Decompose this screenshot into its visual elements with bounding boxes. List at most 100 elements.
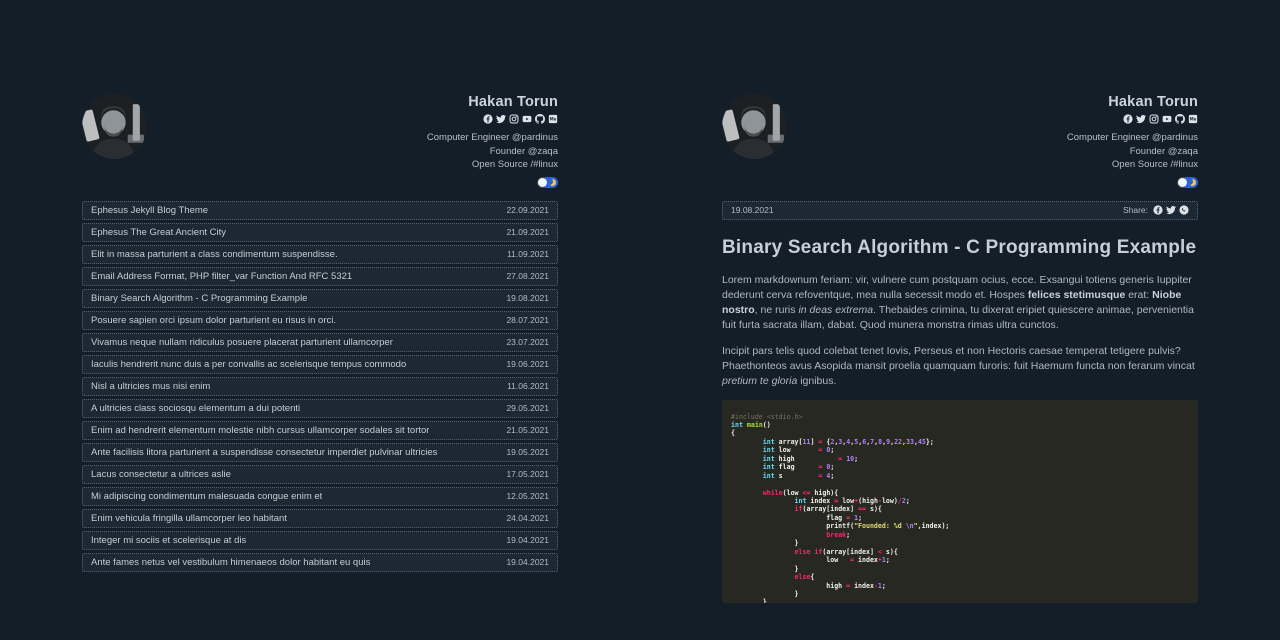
moon-icon xyxy=(1189,179,1196,186)
article-meta-bar: 19.08.2021 Share: xyxy=(722,201,1198,220)
facebook-icon[interactable] xyxy=(1123,114,1133,124)
code-content: #include <stdio.h> int main() { int arra… xyxy=(731,413,1189,603)
toggle-knob-icon xyxy=(1178,178,1187,187)
avatar[interactable] xyxy=(722,94,787,159)
post-row[interactable]: Nisl a ultricies mus nisi enim 11.06.2021 xyxy=(82,377,558,396)
post-title: Binary Search Algorithm - C Programming … xyxy=(91,293,307,304)
article-body: Lorem markdownum feriam: vir, vulnere cu… xyxy=(722,273,1198,389)
post-title: Iaculis hendrerit nunc duis a per conval… xyxy=(91,359,406,370)
github-icon[interactable] xyxy=(535,114,545,124)
social-icon-row: Me xyxy=(1067,114,1198,124)
youtube-icon[interactable] xyxy=(522,114,532,124)
post-date: 23.07.2021 xyxy=(506,337,549,347)
post-title: Mi adipiscing condimentum malesuada cong… xyxy=(91,491,322,502)
bio-line-opensource: Open Source /#linux xyxy=(427,158,558,172)
site-name: Hakan Torun xyxy=(427,94,558,110)
post-row[interactable]: Ante fames netus vel vestibulum himenaeo… xyxy=(82,553,558,572)
site-header: Hakan Torun Me Computer Engineer @pardin… xyxy=(722,94,1198,188)
post-title: Ante fames netus vel vestibulum himenaeo… xyxy=(91,557,370,568)
posts-page-panel: Hakan Torun Me Computer Engineer @pardin… xyxy=(0,0,640,640)
post-date: 28.07.2021 xyxy=(506,315,549,325)
post-row[interactable]: Posuere sapien orci ipsum dolor parturie… xyxy=(82,311,558,330)
post-row[interactable]: Vivamus neque nullam ridiculus posuere p… xyxy=(82,333,558,352)
post-date: 21.09.2021 xyxy=(506,227,549,237)
post-date: 19.04.2021 xyxy=(506,557,549,567)
post-date: 11.06.2021 xyxy=(507,381,549,391)
post-row[interactable]: Email Address Format, PHP filter_var Fun… xyxy=(82,267,558,286)
share-icon-row xyxy=(1153,205,1189,215)
article-paragraph: Lorem markdownum feriam: vir, vulnere cu… xyxy=(722,273,1198,333)
share-box: Share: xyxy=(1123,205,1189,215)
post-date: 12.05.2021 xyxy=(506,491,549,501)
code-block: #include <stdio.h> int main() { int arra… xyxy=(722,400,1198,603)
post-title: Vivamus neque nullam ridiculus posuere p… xyxy=(91,337,393,348)
post-date: 19.06.2021 xyxy=(506,359,549,369)
social-icon-row: Me xyxy=(427,114,558,124)
bio-line-role: Computer Engineer @pardinus xyxy=(427,131,558,145)
theme-toggle[interactable] xyxy=(537,177,558,188)
post-title: Lacus consectetur a ultrices aslie xyxy=(91,469,231,480)
site-name: Hakan Torun xyxy=(1067,94,1198,110)
post-title: Integer mi sociis et scelerisque at dis xyxy=(91,535,246,546)
facebook-icon[interactable] xyxy=(1153,205,1163,215)
post-row[interactable]: Enim ad hendrerit elementum molestie nib… xyxy=(82,421,558,440)
post-row[interactable]: Lacus consectetur a ultrices aslie 17.05.… xyxy=(82,465,558,484)
facebook-icon[interactable] xyxy=(483,114,493,124)
post-title: Elit in massa parturient a class condime… xyxy=(91,249,338,260)
post-date: 29.05.2021 xyxy=(506,403,549,413)
moon-icon xyxy=(549,179,556,186)
share-label: Share: xyxy=(1123,205,1148,215)
post-date: 19.08.2021 xyxy=(506,293,549,303)
avatar-photo xyxy=(82,94,147,159)
bio-line-opensource: Open Source /#linux xyxy=(1067,158,1198,172)
post-title: Ephesus The Great Ancient City xyxy=(91,227,226,238)
post-row[interactable]: Ante facilisis litora parturient a suspe… xyxy=(82,443,558,462)
post-row[interactable]: Enim vehicula fringilla ullamcorper leo … xyxy=(82,509,558,528)
svg-text:Me: Me xyxy=(1190,116,1197,121)
instagram-icon[interactable] xyxy=(1149,114,1159,124)
post-row[interactable]: Elit in massa parturient a class condime… xyxy=(82,245,558,264)
post-row[interactable]: Binary Search Algorithm - C Programming … xyxy=(82,289,558,308)
avatar-photo xyxy=(722,94,787,159)
post-title: Email Address Format, PHP filter_var Fun… xyxy=(91,271,352,282)
twitter-icon[interactable] xyxy=(1136,114,1146,124)
post-row[interactable]: Mi adipiscing condimentum malesuada cong… xyxy=(82,487,558,506)
instagram-icon[interactable] xyxy=(509,114,519,124)
post-title: Nisl a ultricies mus nisi enim xyxy=(91,381,210,392)
bio-line-role: Computer Engineer @pardinus xyxy=(1067,131,1198,145)
medium-icon[interactable]: Me xyxy=(1188,114,1198,124)
post-date: 24.04.2021 xyxy=(506,513,549,523)
post-row[interactable]: Iaculis hendrerit nunc duis a per conval… xyxy=(82,355,558,374)
bio-line-founder: Founder @zaqa xyxy=(427,145,558,159)
post-date: 27.08.2021 xyxy=(506,271,549,281)
avatar[interactable] xyxy=(82,94,147,159)
bio-line-founder: Founder @zaqa xyxy=(1067,145,1198,159)
article-title: Binary Search Algorithm - C Programming … xyxy=(722,237,1198,259)
svg-text:Me: Me xyxy=(550,116,557,121)
post-date: 22.09.2021 xyxy=(506,205,549,215)
post-date: 17.05.2021 xyxy=(506,469,549,479)
theme-toggle[interactable] xyxy=(1177,177,1198,188)
post-title: Posuere sapien orci ipsum dolor parturie… xyxy=(91,315,336,326)
article-paragraph: Incipit pars telis quod colebat tenet Io… xyxy=(722,344,1198,389)
post-date: 19.04.2021 xyxy=(506,535,549,545)
site-header: Hakan Torun Me Computer Engineer @pardin… xyxy=(82,94,558,188)
post-list: Ephesus Jekyll Blog Theme22.09.2021 Ephes… xyxy=(82,201,558,572)
article-page-panel: Hakan Torun Me Computer Engineer @pardin… xyxy=(640,0,1280,640)
toggle-knob-icon xyxy=(538,178,547,187)
post-title: Enim vehicula fringilla ullamcorper leo … xyxy=(91,513,287,524)
post-title: Enim ad hendrerit elementum molestie nib… xyxy=(91,425,429,436)
post-row[interactable]: A ultricies class sociosqu elementum a d… xyxy=(82,399,558,418)
github-icon[interactable] xyxy=(1175,114,1185,124)
post-row[interactable]: Ephesus Jekyll Blog Theme22.09.2021 xyxy=(82,201,558,220)
youtube-icon[interactable] xyxy=(1162,114,1172,124)
twitter-icon[interactable] xyxy=(1166,205,1176,215)
twitter-icon[interactable] xyxy=(496,114,506,124)
post-row[interactable]: Ephesus The Great Ancient City 21.09.2021 xyxy=(82,223,558,242)
post-row[interactable]: Integer mi sociis et scelerisque at dis 1… xyxy=(82,531,558,550)
medium-icon[interactable]: Me xyxy=(548,114,558,124)
whatsapp-icon[interactable] xyxy=(1179,205,1189,215)
post-title: A ultricies class sociosqu elementum a d… xyxy=(91,403,300,414)
post-date: 21.05.2021 xyxy=(506,425,549,435)
post-date: 19.05.2021 xyxy=(506,447,549,457)
